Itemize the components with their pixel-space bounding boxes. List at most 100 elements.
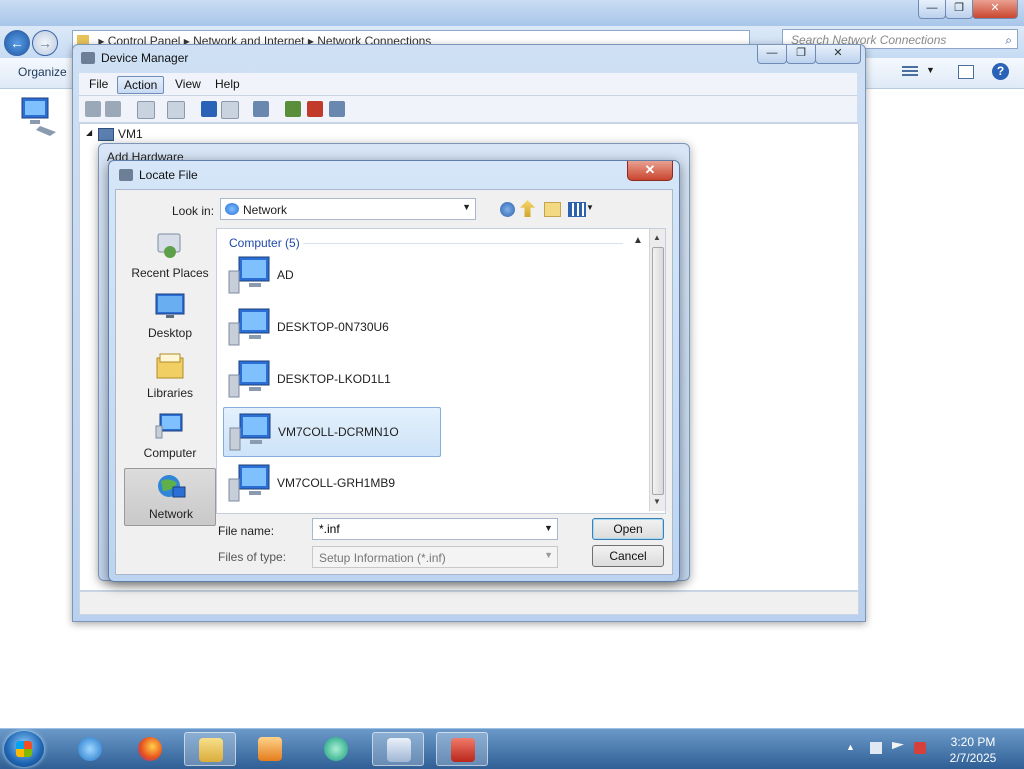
open-button[interactable]: Open: [592, 518, 664, 540]
forward-arrow-icon[interactable]: [105, 101, 121, 117]
place-network[interactable]: Network: [124, 468, 216, 526]
organize-button[interactable]: Organize: [18, 65, 67, 79]
network-computer-icon: [228, 256, 270, 294]
computer-icon: [155, 413, 183, 439]
scan-hardware-icon[interactable]: [253, 101, 269, 117]
tree-root-vm1[interactable]: VM1: [118, 127, 143, 141]
network-computer-icon: [228, 464, 270, 502]
chevron-down-icon[interactable]: ▼: [926, 65, 935, 75]
files-of-type-label: Files of type:: [218, 550, 287, 564]
device-manager-menubar: File Action View Help: [79, 73, 857, 96]
taskbar-file-explorer[interactable]: [184, 732, 236, 766]
list-item[interactable]: DESKTOP-0N730U6: [223, 303, 441, 353]
group-header[interactable]: Computer (5): [229, 236, 300, 250]
devmgr-minimize-button[interactable]: —: [757, 45, 787, 64]
expand-collapse-icon[interactable]: ◢: [86, 128, 92, 137]
help-icon[interactable]: ?: [992, 63, 1009, 80]
show-hide-tree-icon[interactable]: [137, 101, 155, 119]
place-desktop[interactable]: Desktop: [124, 288, 216, 346]
scroll-down-icon[interactable]: ▼: [653, 497, 661, 506]
taskbar: ▲ 3:20 PM 2/7/2025: [0, 728, 1024, 769]
close-button[interactable]: ✕: [627, 161, 673, 181]
properties-icon[interactable]: [167, 101, 185, 119]
windows-logo-icon: [16, 741, 32, 757]
chevron-down-icon[interactable]: ▼: [586, 203, 594, 212]
menu-help[interactable]: Help: [209, 76, 246, 92]
list-item[interactable]: AD: [223, 251, 441, 301]
taskbar-toolbox[interactable]: [436, 732, 488, 766]
network-computer-icon: [228, 308, 270, 346]
place-recent-places[interactable]: Recent Places: [124, 228, 216, 286]
network-icon: [225, 203, 239, 215]
update-driver-icon[interactable]: [285, 101, 301, 117]
devmgr-close-button[interactable]: ✕: [815, 45, 861, 64]
view-icon[interactable]: [221, 101, 239, 119]
view-options-icon[interactable]: [902, 66, 918, 78]
start-button[interactable]: [4, 731, 44, 767]
help-icon[interactable]: [201, 101, 217, 117]
menu-file[interactable]: File: [83, 76, 114, 92]
devmgr-maximize-button[interactable]: ❐: [786, 45, 816, 64]
locate-file-dialog: Locate File ✕ Look in: Network ▼ ▼ Recen…: [108, 160, 680, 582]
network-computer-icon: [228, 360, 270, 398]
uninstall-icon[interactable]: [307, 101, 323, 117]
back-icon[interactable]: [500, 202, 515, 217]
group-divider: [303, 243, 623, 244]
toolbox-icon: [451, 738, 475, 762]
chevron-up-icon[interactable]: ▲: [633, 235, 643, 246]
locate-file-body: Look in: Network ▼ ▼ Recent Places Deskt…: [115, 189, 673, 575]
new-folder-icon[interactable]: [544, 202, 561, 217]
taskbar-media-player[interactable]: [244, 732, 296, 766]
files-of-type-value: Setup Information (*.inf): [319, 551, 446, 565]
taskbar-device-manager[interactable]: [372, 732, 424, 766]
scrollbar-thumb[interactable]: [652, 247, 664, 495]
file-name-input[interactable]: [312, 518, 558, 540]
clock-date[interactable]: 2/7/2025: [942, 751, 1004, 765]
list-item[interactable]: VM7COLL-GRH1MB9: [223, 459, 441, 509]
network-connection-icon[interactable]: [20, 96, 58, 136]
device-manager-app-icon: [81, 52, 95, 64]
menu-action[interactable]: Action: [117, 76, 165, 94]
taskbar-teamviewer[interactable]: [310, 732, 362, 766]
explorer-minimize-button[interactable]: —: [918, 0, 946, 19]
taskbar-firefox[interactable]: [124, 732, 176, 766]
search-icon: ⌕: [1005, 33, 1012, 47]
preview-pane-icon[interactable]: [958, 65, 974, 79]
files-of-type-select[interactable]: Setup Information (*.inf) ▼: [312, 546, 558, 568]
network-icon: [158, 475, 186, 498]
action-center-flag-icon[interactable]: [892, 742, 904, 750]
look-in-value: Network: [243, 203, 288, 217]
device-manager-toolbar: [79, 96, 857, 123]
chevron-down-icon: ▼: [544, 550, 553, 560]
recent-places-icon: [157, 233, 181, 258]
place-libraries[interactable]: Libraries: [124, 348, 216, 406]
list-item-selected[interactable]: VM7COLL-DCRMN1O: [223, 407, 441, 457]
vertical-scrollbar[interactable]: ▲ ▼: [649, 229, 665, 511]
show-hidden-icons-icon[interactable]: ▲: [846, 742, 858, 754]
explorer-maximize-button[interactable]: ❐: [945, 0, 973, 19]
place-computer[interactable]: Computer: [124, 408, 216, 466]
scroll-up-icon[interactable]: ▲: [653, 233, 661, 242]
explorer-close-button[interactable]: ✕: [972, 0, 1018, 19]
look-in-label: Look in:: [172, 204, 215, 218]
device-manager-icon: [387, 738, 411, 762]
clock-time[interactable]: 3:20 PM: [942, 735, 1004, 749]
taskbar-internet-explorer[interactable]: [64, 732, 116, 766]
cancel-button[interactable]: Cancel: [592, 545, 664, 567]
up-folder-icon[interactable]: [520, 200, 535, 217]
file-list[interactable]: Computer (5) ▲ AD DESKTOP-0N730U6 DESKTO…: [216, 228, 666, 514]
list-item[interactable]: DESKTOP-LKOD1L1: [223, 355, 441, 405]
back-arrow-icon[interactable]: [85, 101, 101, 117]
enable-device-icon[interactable]: [329, 101, 345, 117]
view-menu-icon[interactable]: [568, 202, 586, 217]
forward-button[interactable]: →: [32, 30, 58, 56]
back-button[interactable]: ←: [4, 30, 30, 56]
device-manager-title: Device Manager: [101, 51, 189, 65]
chevron-down-icon[interactable]: ▼: [544, 523, 553, 533]
network-tray-icon[interactable]: [870, 742, 882, 754]
menu-view[interactable]: View: [169, 76, 207, 92]
places-bar: Recent Places Desktop Libraries Computer…: [124, 228, 216, 526]
network-computer-icon: [229, 413, 271, 451]
volume-muted-icon[interactable]: [914, 742, 926, 754]
look-in-select[interactable]: Network ▼: [220, 198, 476, 220]
